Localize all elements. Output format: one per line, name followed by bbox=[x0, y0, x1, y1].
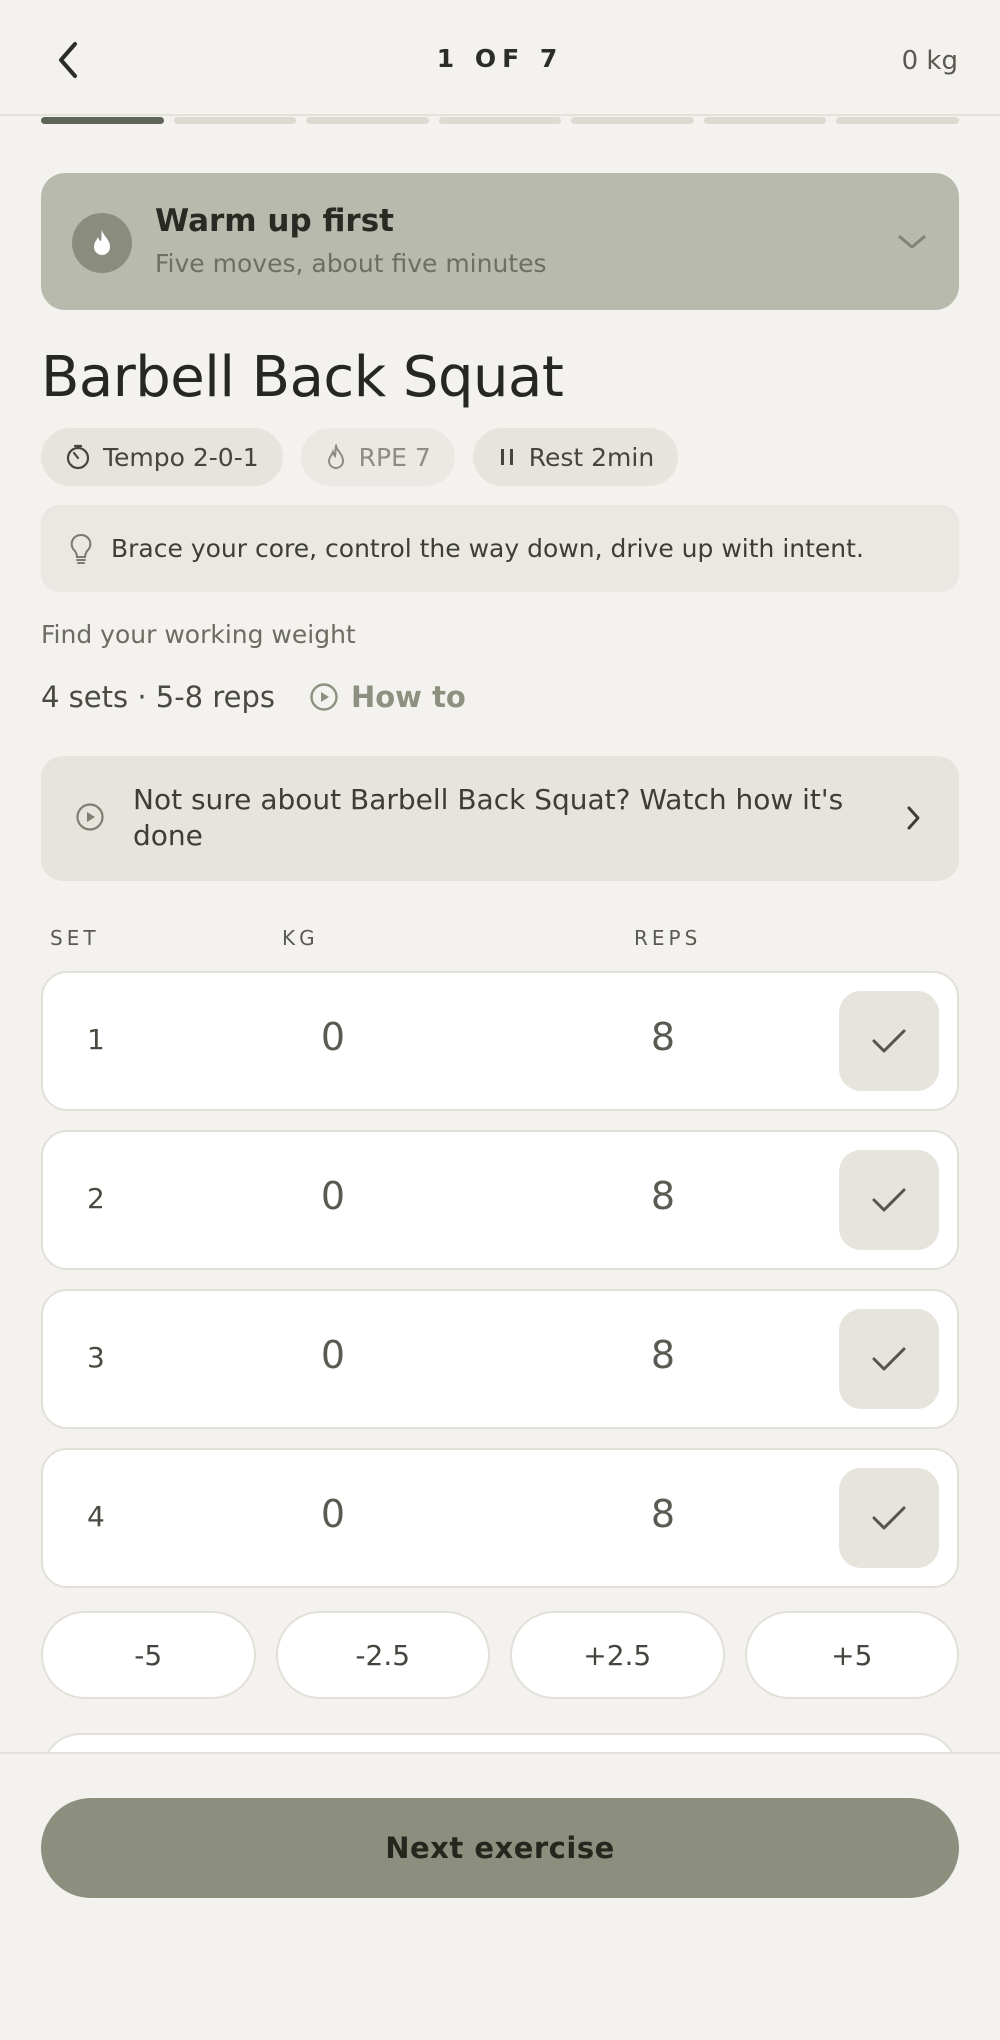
bottom-bar: Next exercise bbox=[0, 1752, 1000, 2040]
warmup-banner[interactable]: Warm up first Five moves, about five min… bbox=[41, 173, 959, 310]
plus-5-button[interactable]: +5 bbox=[744, 1611, 959, 1699]
rest-label: Rest 2min bbox=[528, 442, 655, 472]
progress-segment bbox=[571, 117, 694, 124]
checkmark-icon bbox=[872, 1506, 906, 1530]
minus-5-button[interactable]: -5 bbox=[41, 1611, 256, 1699]
sets-summary: 4 sets · 5-8 reps bbox=[41, 680, 275, 714]
kg-input[interactable]: 0 bbox=[293, 1174, 373, 1218]
progress-segment bbox=[703, 117, 827, 124]
reps-input[interactable]: 8 bbox=[623, 1492, 703, 1536]
kg-input[interactable]: 0 bbox=[293, 1492, 373, 1536]
kg-input[interactable]: 0 bbox=[293, 1015, 373, 1059]
rpe-label: RPE 7 bbox=[358, 442, 431, 472]
watch-video-card[interactable]: Not sure about Barbell Back Squat? Watch… bbox=[41, 756, 959, 881]
set-row: 2 0 8 bbox=[41, 1130, 959, 1270]
reps-input[interactable]: 8 bbox=[623, 1015, 703, 1059]
tempo-label: Tempo 2-0-1 bbox=[103, 442, 259, 472]
set-number: 3 bbox=[87, 1341, 105, 1374]
column-header-set: SET bbox=[50, 926, 100, 950]
sets-summary-line: 4 sets · 5-8 reps How to bbox=[41, 680, 466, 714]
complete-set-button[interactable] bbox=[839, 1309, 939, 1409]
reps-input[interactable]: 8 bbox=[623, 1174, 703, 1218]
set-row: 1 0 8 bbox=[41, 971, 959, 1111]
kg-input[interactable]: 0 bbox=[293, 1333, 373, 1377]
flame-outline-icon bbox=[327, 444, 344, 469]
progress-segment bbox=[306, 117, 429, 124]
minus-2-5-button[interactable]: -2.5 bbox=[275, 1611, 490, 1699]
set-number: 4 bbox=[87, 1500, 105, 1533]
how-to-label: How to bbox=[350, 680, 466, 714]
timer-icon bbox=[66, 444, 90, 470]
tip-text: Brace your core, control the way down, d… bbox=[111, 534, 864, 563]
top-bar: 1 OF 7 0 kg bbox=[0, 0, 1000, 116]
flame-icon bbox=[72, 213, 132, 273]
checkmark-icon bbox=[872, 1347, 906, 1371]
exercise-chips: Tempo 2-0-1 RPE 7 Rest 2min bbox=[41, 428, 679, 486]
workout-screen: 1 OF 7 0 kg Warm up first Five moves, ab… bbox=[0, 0, 1000, 2040]
play-circle-icon bbox=[76, 803, 104, 831]
complete-set-button[interactable] bbox=[839, 991, 939, 1091]
tempo-chip: Tempo 2-0-1 bbox=[41, 428, 283, 486]
reps-input[interactable]: 8 bbox=[623, 1333, 703, 1377]
set-number: 1 bbox=[87, 1023, 105, 1056]
how-to-link[interactable]: How to bbox=[309, 680, 466, 714]
checkmark-icon bbox=[872, 1029, 906, 1053]
complete-set-button[interactable] bbox=[839, 1468, 939, 1568]
column-header-kg: KG bbox=[282, 926, 319, 950]
progress-segment bbox=[438, 117, 562, 124]
checkmark-icon bbox=[872, 1188, 906, 1212]
play-circle-icon bbox=[310, 683, 338, 711]
plus-2-5-button[interactable]: +2.5 bbox=[510, 1611, 725, 1699]
rpe-chip: RPE 7 bbox=[300, 428, 455, 486]
column-header-reps: REPS bbox=[634, 926, 702, 950]
progress-segment bbox=[173, 117, 297, 124]
total-weight: 0 kg bbox=[901, 46, 958, 76]
set-number: 2 bbox=[87, 1182, 105, 1215]
progress-segment bbox=[836, 117, 960, 124]
watch-video-text: Not sure about Barbell Back Squat? Watch… bbox=[133, 783, 844, 852]
set-row: 3 0 8 bbox=[41, 1289, 959, 1429]
warmup-title: Warm up first bbox=[155, 203, 394, 239]
rest-chip: Rest 2min bbox=[472, 428, 679, 486]
lightbulb-icon bbox=[70, 533, 92, 564]
warmup-subtitle: Five moves, about five minutes bbox=[155, 249, 547, 278]
chevron-down-icon bbox=[895, 225, 929, 259]
exercise-title: Barbell Back Squat bbox=[41, 345, 564, 410]
progress-segment bbox=[41, 117, 164, 124]
complete-set-button[interactable] bbox=[839, 1150, 939, 1250]
exercise-progress bbox=[41, 117, 960, 124]
set-row: 4 0 8 bbox=[41, 1448, 959, 1588]
step-counter: 1 OF 7 bbox=[436, 44, 564, 73]
weight-adjusters: -5 -2.5 +2.5 +5 bbox=[41, 1611, 959, 1699]
pause-icon bbox=[500, 449, 513, 465]
chevron-right-icon bbox=[907, 806, 920, 830]
coaching-tip: Brace your core, control the way down, d… bbox=[41, 505, 959, 592]
next-exercise-button[interactable]: Next exercise bbox=[41, 1798, 959, 1898]
find-weight-label: Find your working weight bbox=[41, 620, 356, 649]
